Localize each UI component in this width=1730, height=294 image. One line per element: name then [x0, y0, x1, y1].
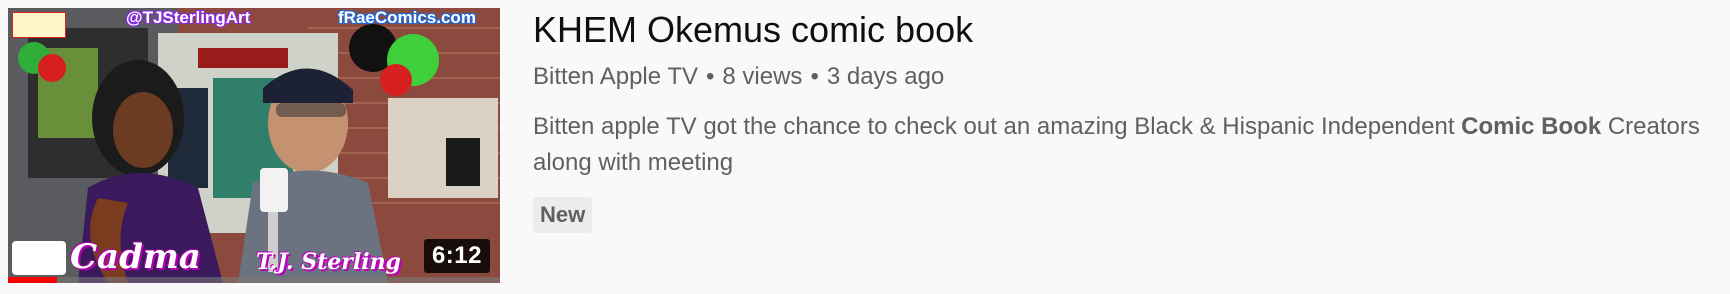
caption-right: T.J. Sterling: [256, 249, 401, 275]
video-metadata: Bitten Apple TV • 8 views • 3 days ago: [533, 62, 1713, 92]
upload-date: 3 days ago: [826, 63, 945, 90]
instagram-handle: @TJSterlingArt: [126, 8, 251, 27]
video-description: Bitten apple TV got the chance to check …: [533, 109, 1703, 181]
duration-badge: 6:12: [423, 239, 490, 273]
video-title[interactable]: KHEM Okemus comic book: [533, 6, 1713, 54]
video-details: KHEM Okemus comic book Bitten Apple TV • 8…: [533, 6, 1713, 233]
new-badge: New: [533, 197, 593, 233]
event-logo: [12, 12, 66, 38]
watch-progress-fill: [8, 277, 58, 283]
channel-name[interactable]: Bitten Apple TV: [533, 63, 698, 90]
website-handle: fRaeComics.com: [338, 8, 476, 27]
channel-watermark: [12, 241, 66, 275]
view-count: 8 views: [722, 63, 803, 90]
video-result: @TJSterlingArt fRaeComics.com Cadma T.J.…: [0, 0, 1730, 294]
description-highlight: Comic Book: [1461, 113, 1602, 140]
caption-left: Cadma: [70, 237, 201, 277]
watch-progress-bar: [8, 277, 500, 283]
description-text: Bitten apple TV got the chance to check …: [533, 113, 1462, 140]
separator-dot: •: [706, 63, 715, 90]
separator-dot: •: [810, 63, 819, 90]
video-thumbnail[interactable]: @TJSterlingArt fRaeComics.com Cadma T.J.…: [8, 8, 500, 283]
